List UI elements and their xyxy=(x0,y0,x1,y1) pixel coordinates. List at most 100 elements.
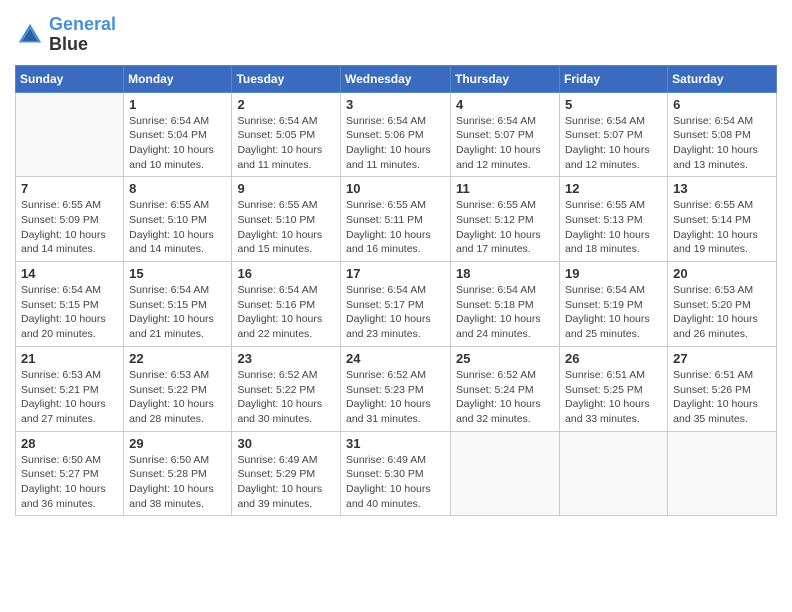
page-header: General Blue xyxy=(15,15,777,55)
day-cell: 10 Sunrise: 6:55 AM Sunset: 5:11 PM Dayli… xyxy=(341,177,451,262)
week-row-4: 21 Sunrise: 6:53 AM Sunset: 5:21 PM Dayli… xyxy=(16,346,777,431)
day-number: 31 xyxy=(346,436,445,451)
day-cell xyxy=(451,431,560,516)
day-number: 20 xyxy=(673,266,771,281)
day-number: 5 xyxy=(565,97,662,112)
day-number: 26 xyxy=(565,351,662,366)
day-cell: 3Sunrise: 6:54 AM Sunset: 5:06 PM Daylig… xyxy=(341,92,451,177)
day-cell: 15Sunrise: 6:54 AM Sunset: 5:15 PM Dayli… xyxy=(124,262,232,347)
day-cell: 24 Sunrise: 6:52 AM Sunset: 5:23 PM Dayli… xyxy=(341,346,451,431)
day-info: Sunrise: 6:55 AM Sunset: 5:09 PM Dayligh… xyxy=(21,198,118,257)
day-info: Sunrise: 6:52 AM Sunset: 5:24 PM Dayligh… xyxy=(456,368,554,427)
weekday-header-monday: Monday xyxy=(124,65,232,92)
day-number: 22 xyxy=(129,351,226,366)
day-info: Sunrise: 6:51 AM Sunset: 5:26 PM Dayligh… xyxy=(673,368,771,427)
day-number: 23 xyxy=(237,351,335,366)
day-cell: 5 Sunrise: 6:54 AM Sunset: 5:07 PM Daylig… xyxy=(560,92,668,177)
weekday-header-friday: Friday xyxy=(560,65,668,92)
day-number: 11 xyxy=(456,181,554,196)
day-cell: 26 Sunrise: 6:51 AM Sunset: 5:25 PM Dayli… xyxy=(560,346,668,431)
day-cell: 28 Sunrise: 6:50 AM Sunset: 5:27 PM Dayli… xyxy=(16,431,124,516)
day-cell: 29Sunrise: 6:50 AM Sunset: 5:28 PM Dayli… xyxy=(124,431,232,516)
day-cell: 27Sunrise: 6:51 AM Sunset: 5:26 PM Dayli… xyxy=(668,346,777,431)
day-number: 6 xyxy=(673,97,771,112)
day-cell: 19 Sunrise: 6:54 AM Sunset: 5:19 PM Dayli… xyxy=(560,262,668,347)
weekday-header-sunday: Sunday xyxy=(16,65,124,92)
day-number: 30 xyxy=(237,436,335,451)
day-cell: 18 Sunrise: 6:54 AM Sunset: 5:18 PM Dayli… xyxy=(451,262,560,347)
weekday-header-tuesday: Tuesday xyxy=(232,65,341,92)
day-cell xyxy=(668,431,777,516)
calendar-table: SundayMondayTuesdayWednesdayThursdayFrid… xyxy=(15,65,777,517)
day-number: 25 xyxy=(456,351,554,366)
day-info: Sunrise: 6:53 AM Sunset: 5:21 PM Dayligh… xyxy=(21,368,118,427)
day-info: Sunrise: 6:50 AM Sunset: 5:27 PM Dayligh… xyxy=(21,453,118,512)
day-info: Sunrise: 6:55 AM Sunset: 5:12 PM Dayligh… xyxy=(456,198,554,257)
logo-icon xyxy=(15,20,45,50)
day-info: Sunrise: 6:54 AM Sunset: 5:19 PM Dayligh… xyxy=(565,283,662,342)
day-info: Sunrise: 6:51 AM Sunset: 5:25 PM Dayligh… xyxy=(565,368,662,427)
day-cell xyxy=(560,431,668,516)
day-info: Sunrise: 6:54 AM Sunset: 5:07 PM Dayligh… xyxy=(565,114,662,173)
day-cell: 23 Sunrise: 6:52 AM Sunset: 5:22 PM Dayli… xyxy=(232,346,341,431)
day-number: 4 xyxy=(456,97,554,112)
day-info: Sunrise: 6:54 AM Sunset: 5:15 PM Dayligh… xyxy=(129,283,226,342)
day-cell: 14 Sunrise: 6:54 AM Sunset: 5:15 PM Dayli… xyxy=(16,262,124,347)
day-number: 17 xyxy=(346,266,445,281)
weekday-header-row: SundayMondayTuesdayWednesdayThursdayFrid… xyxy=(16,65,777,92)
day-info: Sunrise: 6:54 AM Sunset: 5:17 PM Dayligh… xyxy=(346,283,445,342)
day-number: 16 xyxy=(237,266,335,281)
day-number: 28 xyxy=(21,436,118,451)
day-number: 21 xyxy=(21,351,118,366)
day-cell: 1 Sunrise: 6:54 AM Sunset: 5:04 PM Daylig… xyxy=(124,92,232,177)
day-info: Sunrise: 6:55 AM Sunset: 5:11 PM Dayligh… xyxy=(346,198,445,257)
day-info: Sunrise: 6:55 AM Sunset: 5:10 PM Dayligh… xyxy=(129,198,226,257)
day-number: 10 xyxy=(346,181,445,196)
day-cell: 25 Sunrise: 6:52 AM Sunset: 5:24 PM Dayli… xyxy=(451,346,560,431)
day-cell: 30 Sunrise: 6:49 AM Sunset: 5:29 PM Dayli… xyxy=(232,431,341,516)
day-info: Sunrise: 6:54 AM Sunset: 5:05 PM Dayligh… xyxy=(237,114,335,173)
day-number: 1 xyxy=(129,97,226,112)
day-info: Sunrise: 6:54 AM Sunset: 5:08 PM Dayligh… xyxy=(673,114,771,173)
week-row-1: 1 Sunrise: 6:54 AM Sunset: 5:04 PM Daylig… xyxy=(16,92,777,177)
day-info: Sunrise: 6:54 AM Sunset: 5:07 PM Dayligh… xyxy=(456,114,554,173)
day-info: Sunrise: 6:49 AM Sunset: 5:30 PM Dayligh… xyxy=(346,453,445,512)
weekday-header-thursday: Thursday xyxy=(451,65,560,92)
day-cell: 31 Sunrise: 6:49 AM Sunset: 5:30 PM Dayli… xyxy=(341,431,451,516)
day-info: Sunrise: 6:54 AM Sunset: 5:04 PM Dayligh… xyxy=(129,114,226,173)
day-cell: 11 Sunrise: 6:55 AM Sunset: 5:12 PM Dayli… xyxy=(451,177,560,262)
day-cell: 16 Sunrise: 6:54 AM Sunset: 5:16 PM Dayli… xyxy=(232,262,341,347)
day-number: 18 xyxy=(456,266,554,281)
day-number: 8 xyxy=(129,181,226,196)
day-info: Sunrise: 6:55 AM Sunset: 5:14 PM Dayligh… xyxy=(673,198,771,257)
day-number: 14 xyxy=(21,266,118,281)
day-cell: 12Sunrise: 6:55 AM Sunset: 5:13 PM Dayli… xyxy=(560,177,668,262)
weekday-header-saturday: Saturday xyxy=(668,65,777,92)
day-info: Sunrise: 6:53 AM Sunset: 5:20 PM Dayligh… xyxy=(673,283,771,342)
day-cell: 20 Sunrise: 6:53 AM Sunset: 5:20 PM Dayli… xyxy=(668,262,777,347)
day-info: Sunrise: 6:53 AM Sunset: 5:22 PM Dayligh… xyxy=(129,368,226,427)
week-row-2: 7Sunrise: 6:55 AM Sunset: 5:09 PM Daylig… xyxy=(16,177,777,262)
day-cell: 6 Sunrise: 6:54 AM Sunset: 5:08 PM Daylig… xyxy=(668,92,777,177)
day-info: Sunrise: 6:55 AM Sunset: 5:10 PM Dayligh… xyxy=(237,198,335,257)
day-info: Sunrise: 6:52 AM Sunset: 5:23 PM Dayligh… xyxy=(346,368,445,427)
day-info: Sunrise: 6:54 AM Sunset: 5:15 PM Dayligh… xyxy=(21,283,118,342)
day-info: Sunrise: 6:54 AM Sunset: 5:16 PM Dayligh… xyxy=(237,283,335,342)
day-cell: 2 Sunrise: 6:54 AM Sunset: 5:05 PM Daylig… xyxy=(232,92,341,177)
day-number: 9 xyxy=(237,181,335,196)
day-number: 12 xyxy=(565,181,662,196)
day-info: Sunrise: 6:49 AM Sunset: 5:29 PM Dayligh… xyxy=(237,453,335,512)
day-cell: 21 Sunrise: 6:53 AM Sunset: 5:21 PM Dayli… xyxy=(16,346,124,431)
day-number: 24 xyxy=(346,351,445,366)
day-info: Sunrise: 6:54 AM Sunset: 5:18 PM Dayligh… xyxy=(456,283,554,342)
day-cell: 9 Sunrise: 6:55 AM Sunset: 5:10 PM Daylig… xyxy=(232,177,341,262)
day-info: Sunrise: 6:52 AM Sunset: 5:22 PM Dayligh… xyxy=(237,368,335,427)
day-number: 2 xyxy=(237,97,335,112)
weekday-header-wednesday: Wednesday xyxy=(341,65,451,92)
week-row-5: 28 Sunrise: 6:50 AM Sunset: 5:27 PM Dayli… xyxy=(16,431,777,516)
day-number: 19 xyxy=(565,266,662,281)
day-cell xyxy=(16,92,124,177)
day-number: 29 xyxy=(129,436,226,451)
day-number: 13 xyxy=(673,181,771,196)
logo-text: General Blue xyxy=(49,15,116,55)
